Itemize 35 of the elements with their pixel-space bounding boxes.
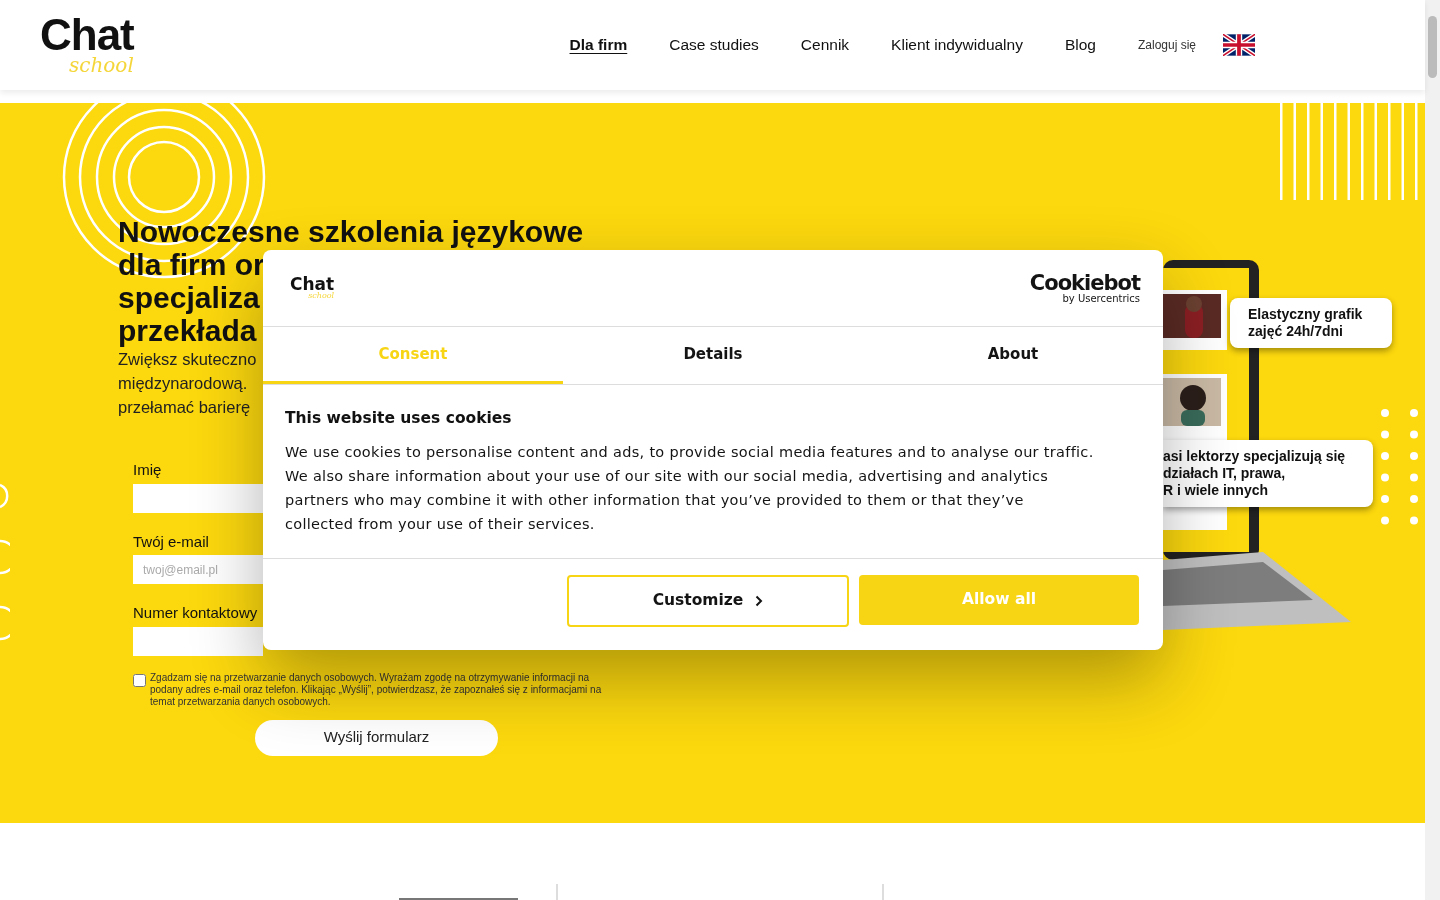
input-field[interactable] [133, 626, 263, 656]
lead-line: przełamać barierę [118, 397, 251, 418]
dialog-title: This website uses cookies [285, 409, 513, 428]
speech-bubble: Elastyczny grafik zajęć 24h/7dni [1230, 298, 1392, 348]
lead-line: międzynarodową. [118, 373, 248, 394]
login-link[interactable]: Zaloguj się [1137, 36, 1196, 54]
dialog-text: We use cookies to personalise content and ads, to provide social media features and to analyse our traffic. We also share information about your use of our site with our social media, advertising and analytics partners who may combine it with other information that you’ve provided to them or that they’ve collected from your use of their services. [285, 442, 1095, 534]
scroll-thumb[interactable] [1428, 16, 1437, 78]
flag-icon[interactable] [1223, 34, 1255, 56]
nav-link[interactable]: Cennik [800, 33, 850, 57]
customize-button[interactable]: Customize [567, 574, 849, 627]
consent-text: Zgadzam się na przetwarzanie danych osobowych. Wyrażam zgodę na otrzymywanie informacji na podany adres e-mail oraz telefon. Klikając „Wyślij”, potwierdzasz, że zapoznałeś się z informacjami na temat przetwarzania danych osobowych. [150, 671, 603, 708]
input-field[interactable] [133, 483, 263, 513]
submit-button[interactable]: Wyślij formularz [255, 719, 498, 756]
brand-subtitle: by Usercentrics [1062, 293, 1140, 304]
chevron-icon [755, 594, 764, 607]
tab[interactable]: Details [563, 327, 863, 384]
heading-line: specjaliza [118, 281, 260, 314]
speech-bubble: asi lektorzy specjalizują się działach IT, prawa, R i wiele innych [1163, 440, 1373, 507]
heading-line: przekłada [118, 314, 257, 347]
lead-line: Zwiększ skuteczno [118, 349, 257, 370]
logo-wordmark[interactable]: Chat [290, 276, 335, 292]
logo-wordmark[interactable]: Chat [40, 16, 134, 54]
nav-link[interactable]: Dla firm [569, 33, 628, 57]
field-label: Twój e-mail [133, 531, 209, 552]
nav-link[interactable]: Blog [1064, 33, 1096, 57]
brand-name: Cookiebot [1029, 272, 1140, 294]
tab[interactable]: About [863, 327, 1163, 384]
field-label: Numer kontaktowy [133, 603, 258, 623]
scrollbar[interactable] [1425, 0, 1440, 900]
consent-checkbox[interactable] [133, 673, 146, 687]
nav-link[interactable]: Klient indywidualny [891, 33, 1023, 57]
nav-link[interactable]: Case studies [669, 33, 759, 57]
input-field[interactable]: twoj@email.pl [133, 555, 263, 584]
field-label: Imię [133, 460, 162, 480]
